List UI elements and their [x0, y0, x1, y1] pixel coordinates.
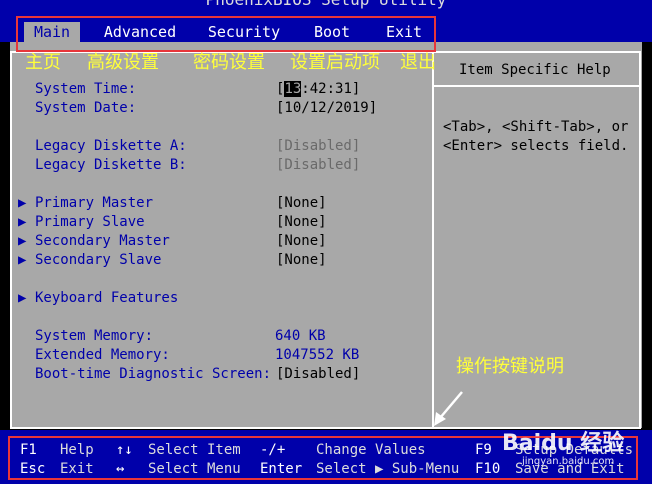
annotation-exit: 退出	[400, 52, 436, 73]
watermark-url: jingyan.baidu.com	[522, 456, 615, 467]
annotation-menu-highlight	[16, 16, 436, 52]
primary-master-value: [None]	[276, 195, 327, 211]
annotation-advanced: 高级设置	[87, 52, 159, 73]
submenu-arrow-icon: ▶	[18, 195, 27, 211]
system-time-rest: :42:31]	[301, 81, 361, 97]
secondary-master-item[interactable]: Secondary Master	[35, 233, 170, 249]
annotation-boot: 设置启动项	[290, 52, 380, 73]
annotation-main: 主页	[25, 52, 61, 73]
system-date-value[interactable]: [10/12/2019]	[276, 100, 377, 116]
system-memory-label: System Memory:	[35, 328, 154, 344]
primary-master-item[interactable]: Primary Master	[35, 195, 153, 211]
extended-memory-label: Extended Memory:	[35, 347, 170, 363]
legacy-a-value: [Disabled]	[276, 138, 361, 154]
submenu-arrow-icon: ▶	[18, 290, 27, 306]
help-line-1: <Tab>, <Shift-Tab>, or	[443, 119, 629, 135]
submenu-arrow-icon: ▶	[18, 214, 27, 230]
legacy-b-value: [Disabled]	[276, 157, 361, 173]
boot-diag-label: Boot-time Diagnostic Screen:	[35, 366, 272, 382]
help-divider	[434, 85, 639, 87]
annotation-arrow-icon	[434, 391, 463, 426]
secondary-master-value: [None]	[276, 233, 327, 249]
secondary-slave-item[interactable]: Secondary Slave	[35, 252, 161, 268]
annotation-security: 密码设置	[193, 52, 265, 73]
submenu-arrow-icon: ▶	[18, 252, 27, 268]
system-time-field[interactable]: [13:42:31]	[276, 81, 360, 97]
system-time-hour[interactable]: 13	[284, 81, 302, 97]
system-date-label: System Date:	[35, 100, 137, 116]
legacy-b-label: Legacy Diskette B:	[35, 157, 187, 173]
keyboard-features-item[interactable]: Keyboard Features	[35, 290, 178, 306]
extended-memory-value: 1047552 KB	[275, 347, 360, 363]
help-line-2: <Enter> selects field.	[443, 138, 629, 154]
primary-slave-value: [None]	[276, 214, 327, 230]
annotation-keys-note: 操作按键说明	[456, 356, 564, 377]
legacy-a-label: Legacy Diskette A:	[35, 138, 187, 154]
help-title: Item Specific Help	[459, 62, 611, 78]
system-time-label: System Time:	[35, 81, 137, 97]
secondary-slave-value: [None]	[276, 252, 327, 268]
boot-diag-value[interactable]: [Disabled]	[276, 366, 360, 382]
primary-slave-item[interactable]: Primary Slave	[35, 214, 145, 230]
system-memory-value: 640 KB	[275, 328, 326, 344]
submenu-arrow-icon: ▶	[18, 233, 27, 249]
watermark-logo: Baidu 经验	[502, 431, 625, 456]
window-title: PhoenixBIOS Setup Utility	[0, 0, 652, 8]
